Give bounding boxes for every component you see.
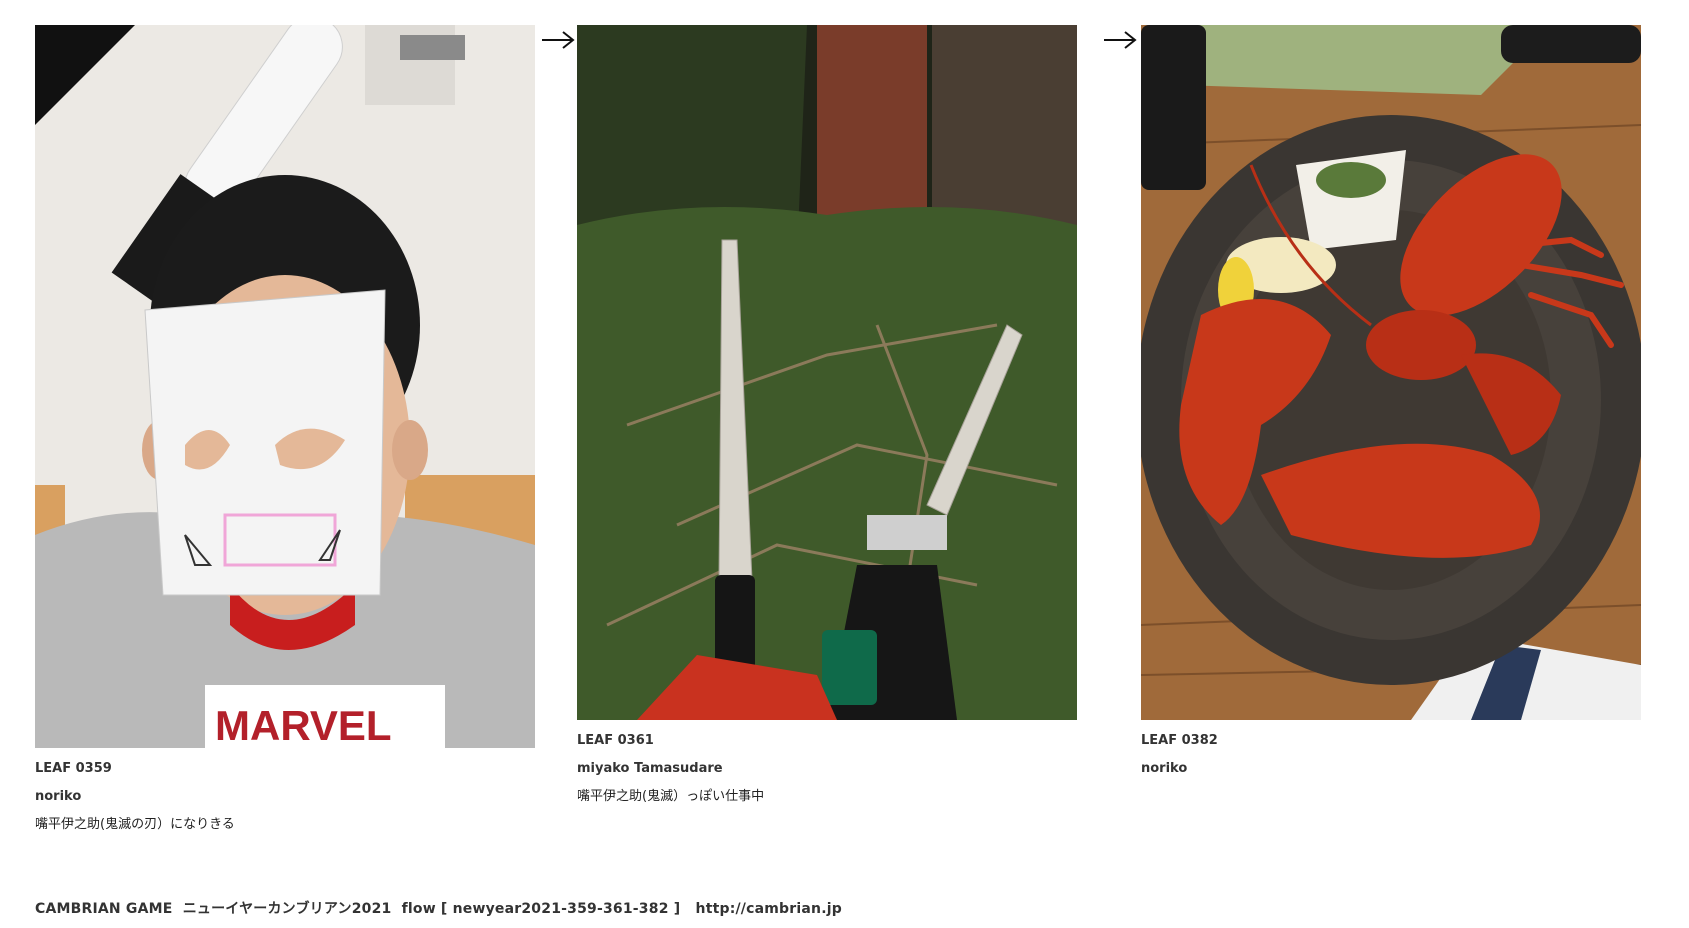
leaf-author[interactable]: noriko <box>35 790 535 804</box>
leaf-comment: 嘴平伊之助(鬼滅の刃）になりきる <box>35 817 235 832</box>
leaf-id: LEAF 0361 <box>577 733 654 748</box>
leaf-id: LEAF 0382 <box>1141 733 1218 748</box>
leaf-comment: 嘴平伊之助(鬼滅）っぽい仕事中 <box>577 789 765 804</box>
photo-child-mask[interactable]: MARVEL <box>35 25 535 748</box>
leaf-meta: LEAF 0361 miyako Tamasudare 嘴平伊之助(鬼滅）っぽい… <box>577 734 1077 804</box>
leaf-card-0359[interactable]: MARVEL LEAF 0359 noriko 嘴平伊之助(鬼滅の刃）になりきる <box>35 25 535 846</box>
photo-lobster-plate[interactable] <box>1141 25 1641 720</box>
leaf-author[interactable]: noriko <box>1141 762 1641 776</box>
leaf-meta: LEAF 0359 noriko 嘴平伊之助(鬼滅の刃）になりきる <box>35 762 535 832</box>
leaf-meta: LEAF 0382 noriko <box>1141 734 1641 776</box>
svg-text:MARVEL: MARVEL <box>215 702 392 748</box>
right-arrow-icon <box>1103 30 1137 50</box>
photo-saws-foliage[interactable] <box>577 25 1077 720</box>
right-arrow-icon <box>541 30 575 50</box>
leaf-card-0382[interactable]: LEAF 0382 noriko <box>1141 25 1641 790</box>
leaf-author[interactable]: miyako Tamasudare <box>577 762 1077 776</box>
leaf-id: LEAF 0359 <box>35 761 112 776</box>
footer-caption: CAMBRIAN GAME ニューイヤーカンブリアン2021 flow [ ne… <box>35 901 842 917</box>
leaf-card-0361[interactable]: LEAF 0361 miyako Tamasudare 嘴平伊之助(鬼滅）っぽい… <box>577 25 1077 818</box>
